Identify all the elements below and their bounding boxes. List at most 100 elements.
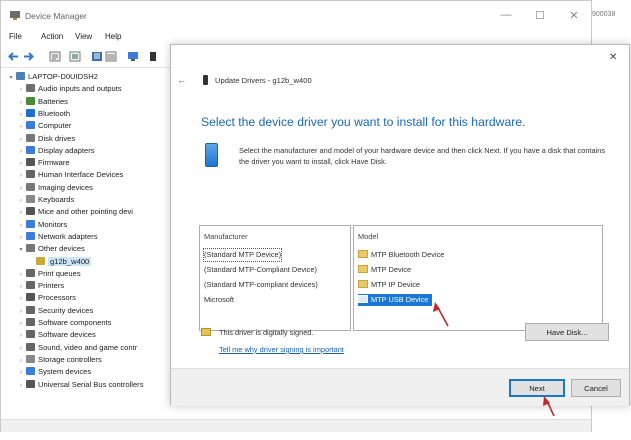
have-disk-button[interactable]: Have Disk... (525, 323, 609, 341)
tree-item[interactable]: › Monitors (17, 219, 67, 231)
model-item-label: MTP IP Device (371, 280, 421, 289)
tree-item[interactable]: › Batteries (17, 96, 68, 108)
tree-item[interactable]: › Bluetooth (17, 108, 70, 120)
expand-chevron-icon[interactable]: › (17, 97, 25, 109)
model-item[interactable]: MTP IP Device (358, 279, 420, 291)
system-icon (26, 367, 35, 376)
expand-chevron-icon[interactable]: › (17, 134, 25, 146)
driver-signing-link[interactable]: Tell me why driver signing is important (219, 345, 344, 354)
manufacturer-list[interactable]: Manufacturer (Standard MTP Device) (Stan… (199, 225, 351, 331)
tree-item[interactable]: › Printers (17, 280, 64, 292)
expand-chevron-icon[interactable]: › (17, 158, 25, 170)
next-button[interactable]: Next (509, 379, 565, 397)
tree-item[interactable]: ▾ LAPTOP-D0UIDSH2 (7, 71, 98, 83)
dialog-description: Select the manufacturer and model of you… (239, 146, 606, 166)
tree-item-label: Security devices (38, 305, 94, 315)
tree-item[interactable]: g12b_w400 (27, 256, 92, 268)
expand-chevron-icon[interactable]: › (17, 121, 25, 133)
model-item-label: MTP Device (371, 265, 412, 274)
manufacturer-item[interactable]: (Standard MTP Device) (202, 248, 283, 262)
model-item[interactable]: MTP USB Device (358, 294, 433, 306)
expand-chevron-icon[interactable]: › (17, 367, 25, 379)
tree-item[interactable]: › Security devices (17, 305, 93, 317)
menu-file[interactable]: File (9, 32, 22, 41)
menu-help[interactable]: Help (105, 32, 121, 41)
expand-chevron-icon[interactable]: › (17, 355, 25, 367)
tree-item[interactable]: › Storage controllers (17, 354, 102, 366)
expand-chevron-icon[interactable]: › (17, 281, 25, 293)
update-driver-icon[interactable] (149, 51, 161, 62)
tree-item[interactable]: › Disk drives (17, 133, 75, 145)
expand-chevron-icon[interactable]: › (17, 330, 25, 342)
back-button[interactable]: ← (177, 75, 186, 85)
expand-chevron-icon[interactable]: ▾ (17, 244, 25, 256)
tree-item[interactable]: › Network adapters (17, 231, 98, 243)
window-title: Device Manager (25, 11, 87, 21)
back-arrow-icon[interactable] (7, 51, 19, 62)
tree-item-label: Human Interface Devices (38, 170, 124, 180)
cancel-button[interactable]: Cancel (571, 379, 621, 397)
tree-item[interactable]: › Mice and other pointing devi (17, 206, 133, 218)
tree-item[interactable]: ▾ Other devices (17, 243, 85, 255)
model-item[interactable]: MTP Bluetooth Device (358, 249, 444, 261)
expand-chevron-icon[interactable]: › (17, 380, 25, 392)
expand-chevron-icon[interactable]: › (17, 146, 25, 158)
menu-view[interactable]: View (75, 32, 92, 41)
tree-item[interactable]: › Software devices (17, 329, 96, 341)
help-book-icon[interactable] (91, 51, 103, 62)
expand-chevron-icon[interactable]: › (17, 170, 25, 182)
properties-icon[interactable] (49, 51, 61, 62)
dialog-close-button[interactable]: ✕ (609, 52, 617, 63)
tree-item[interactable]: › Print queues (17, 268, 81, 280)
signed-driver-icon (201, 328, 211, 336)
minimize-button[interactable]: — (499, 9, 513, 21)
expand-chevron-icon[interactable]: › (17, 343, 25, 355)
monitor-scan-icon[interactable] (127, 51, 139, 62)
show-hidden-icon[interactable] (69, 51, 81, 62)
expand-chevron-icon[interactable]: › (17, 84, 25, 96)
expand-chevron-icon[interactable]: › (17, 207, 25, 219)
expand-chevron-icon[interactable]: › (17, 269, 25, 281)
expand-chevron-icon[interactable]: › (17, 195, 25, 207)
expand-chevron-icon[interactable]: › (17, 109, 25, 121)
tree-item[interactable]: › Imaging devices (17, 182, 93, 194)
manufacturer-item[interactable]: (Standard MTP-Compliant Device) (204, 264, 317, 276)
dialog-footer: Next Cancel (171, 368, 629, 406)
tree-item-label: Keyboards (38, 195, 75, 204)
tree-item[interactable]: › Display adapters (17, 145, 95, 157)
view-list-icon[interactable] (105, 51, 117, 62)
tree-item-label: Other devices (38, 244, 85, 254)
tree-item[interactable]: › System devices (17, 366, 91, 378)
forward-arrow-icon[interactable] (23, 51, 35, 62)
tree-item-label: Printers (38, 281, 65, 291)
manufacturer-item[interactable]: (Standard MTP-compliant devices) (204, 279, 318, 291)
tree-item[interactable]: › Processors (17, 292, 76, 304)
tree-item[interactable]: › Firmware (17, 157, 70, 169)
expand-chevron-icon[interactable]: › (17, 183, 25, 195)
tree-item-label: Audio inputs and outputs (38, 84, 122, 94)
tree-item-label: Storage controllers (38, 354, 102, 364)
tree-item[interactable]: › Sound, video and game contr (17, 342, 137, 354)
close-button[interactable]: ✕ (567, 9, 581, 22)
maximize-button[interactable]: ☐ (533, 9, 547, 22)
manufacturer-item[interactable]: Microsoft (204, 294, 234, 306)
storage-icon (26, 354, 35, 363)
tree-item[interactable]: › Computer (17, 120, 71, 132)
expand-chevron-icon[interactable]: › (17, 318, 25, 330)
expand-chevron-icon[interactable]: › (17, 232, 25, 244)
tree-item[interactable]: › Software components (17, 317, 111, 329)
tree-item[interactable]: › Universal Serial Bus controllers (17, 379, 144, 391)
camera-icon (26, 182, 35, 191)
tree-item[interactable]: › Keyboards (17, 194, 74, 206)
tree-item[interactable]: › Audio inputs and outputs (17, 83, 122, 95)
expand-chevron-icon[interactable]: › (17, 306, 25, 318)
model-list[interactable]: Model MTP Bluetooth Device MTP Device MT… (353, 225, 603, 331)
signed-driver-text: This driver is digitally signed. (219, 328, 314, 337)
tree-item[interactable]: › Human Interface Devices (17, 169, 123, 181)
bluetooth-icon (26, 108, 35, 117)
expand-chevron-icon[interactable]: › (17, 220, 25, 232)
model-item[interactable]: MTP Device (358, 264, 411, 276)
expand-chevron-icon[interactable]: › (17, 293, 25, 305)
menu-action[interactable]: Action (41, 32, 63, 41)
expand-chevron-icon[interactable]: ▾ (7, 72, 15, 84)
